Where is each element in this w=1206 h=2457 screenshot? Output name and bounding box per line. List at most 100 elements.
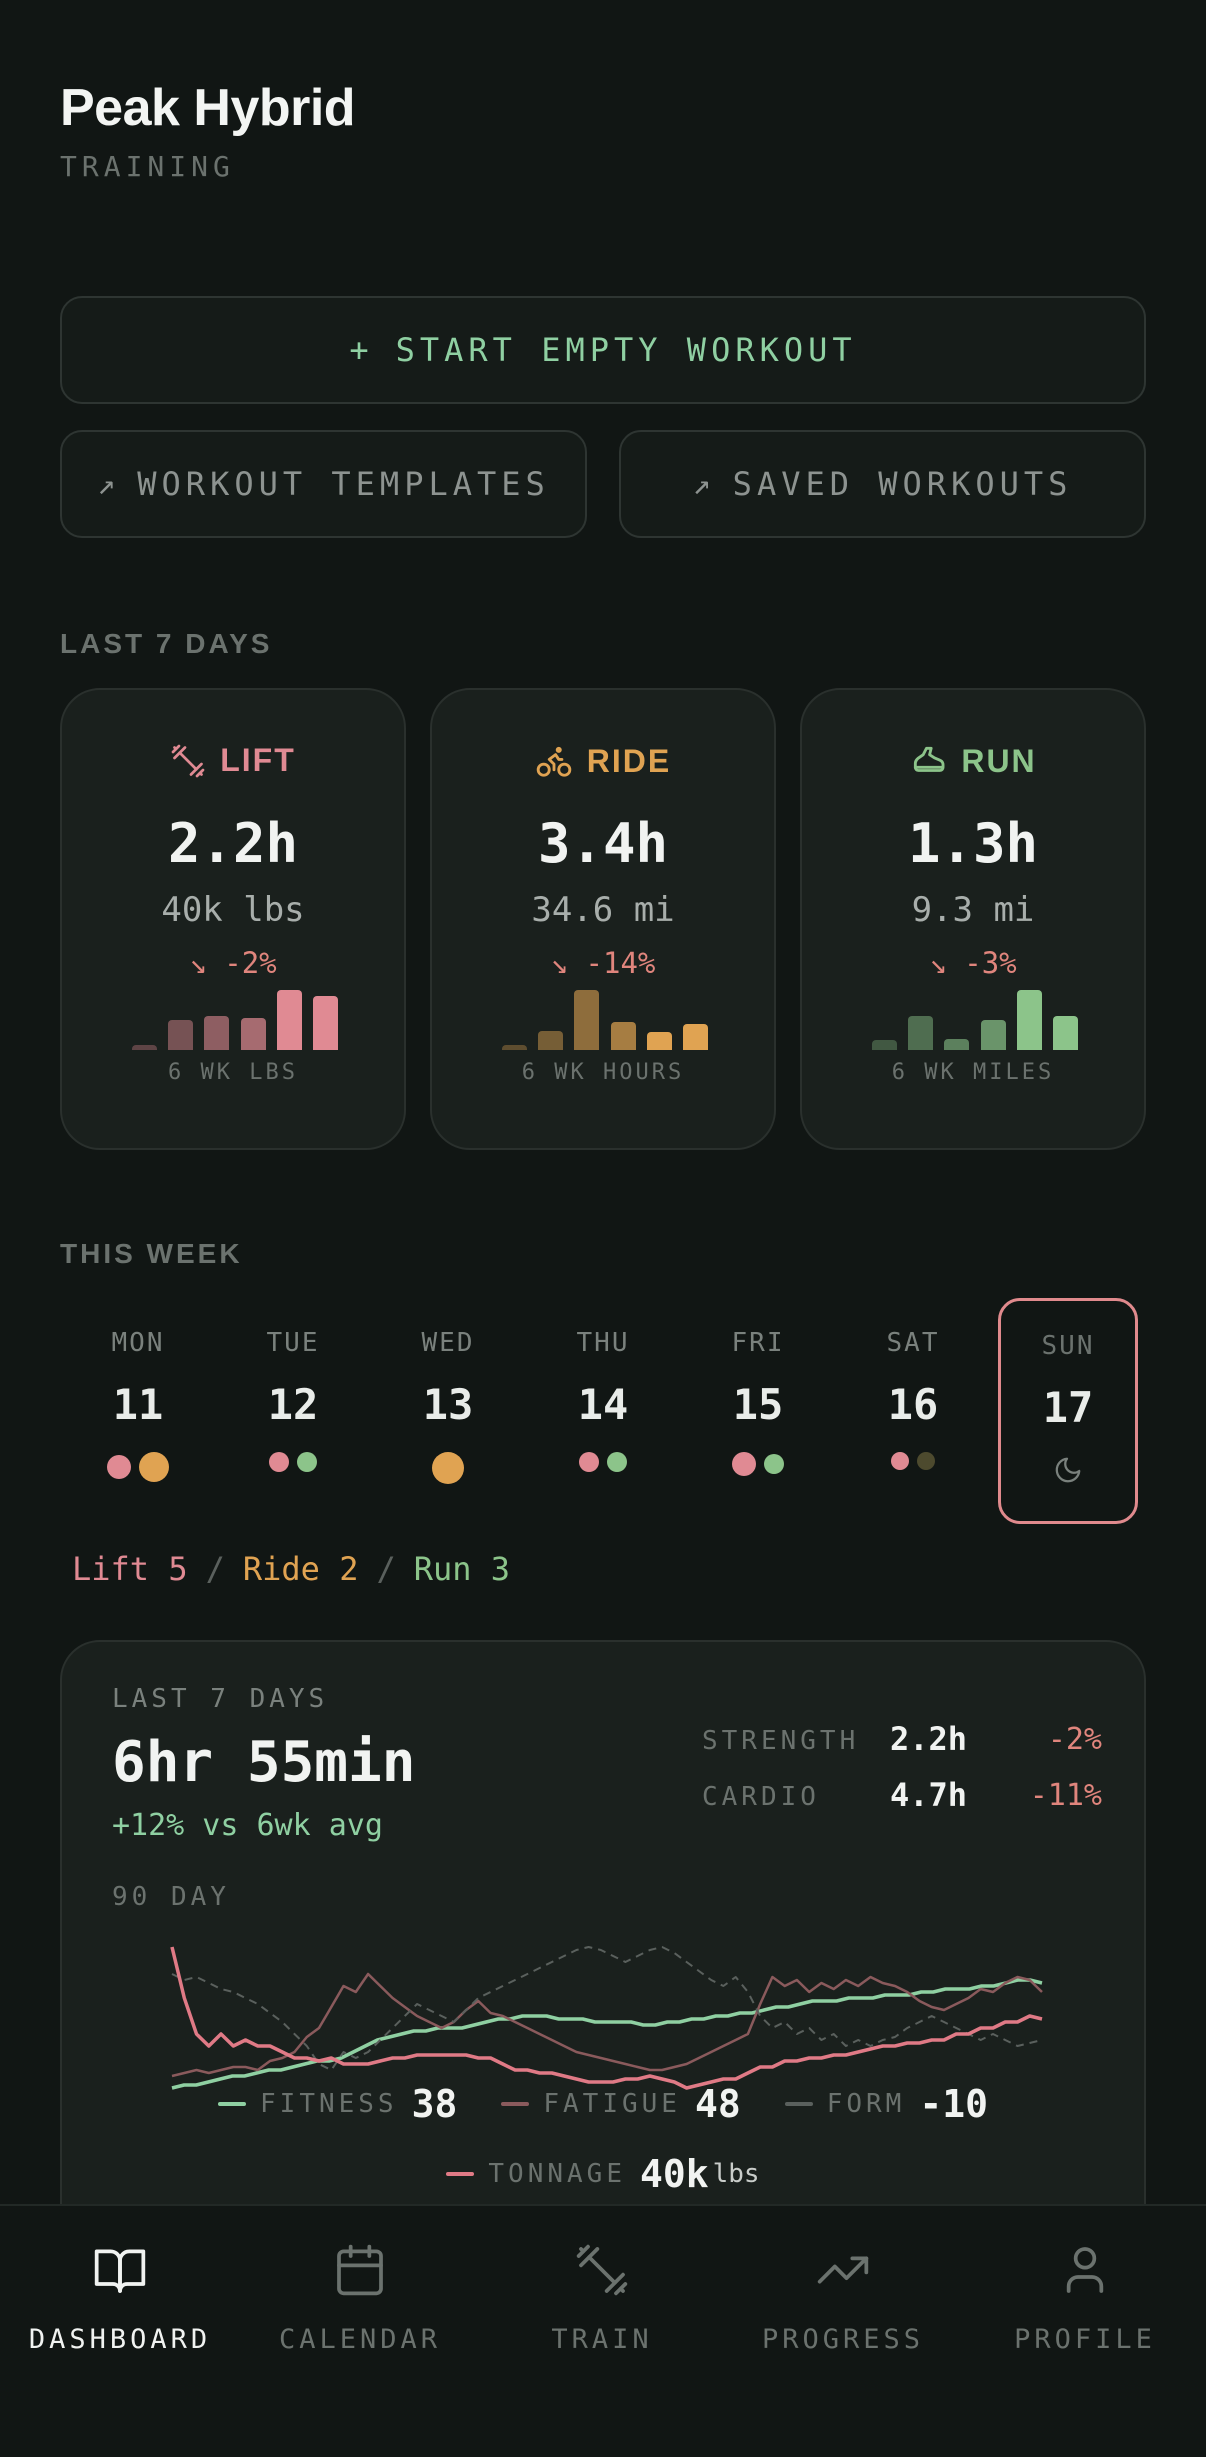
spark-bar — [276, 990, 302, 1050]
arrow-up-right-icon: ↗ — [692, 466, 711, 502]
saved-workouts-label: SAVED WORKOUTS — [732, 465, 1073, 503]
run-footer: 6 WK MILES — [891, 1060, 1055, 1085]
strength-delta: -2% — [1047, 1722, 1102, 1757]
this-week-heading: THIS WEEK — [60, 1238, 243, 1269]
day-number: 16 — [887, 1380, 939, 1429]
dumbbell-icon — [576, 2244, 628, 2296]
day-thu[interactable]: THU 14 — [533, 1298, 673, 1524]
start-empty-workout-button[interactable]: + START EMPTY WORKOUT — [60, 296, 1146, 404]
day-wed[interactable]: WED 13 — [378, 1298, 518, 1524]
legend-fitness: FITNESS 38 — [218, 2082, 457, 2126]
cardio-value: 4.7h — [890, 1776, 968, 1814]
spark-bar — [908, 1016, 934, 1050]
nav-item-calendar[interactable]: CALENDAR — [240, 2242, 480, 2355]
day-name: WED — [421, 1328, 475, 1358]
day-sat[interactable]: SAT 16 — [843, 1298, 983, 1524]
legend-tonnage-unit: lbs — [712, 2159, 760, 2189]
start-workout-label: START EMPTY WORKOUT — [395, 331, 857, 369]
trending-up-icon — [817, 2256, 869, 2284]
day-number: 12 — [267, 1380, 319, 1429]
week-summary: Lift 5 / Ride 2 / Run 3 — [72, 1550, 510, 1588]
load-total-time: 6hr 55min — [112, 1730, 416, 1795]
activity-dot — [917, 1452, 935, 1470]
day-number: 15 — [732, 1380, 784, 1429]
lift-sparkbars — [132, 990, 338, 1050]
summary-run: Run 3 — [413, 1550, 511, 1588]
activity-dots — [843, 1452, 983, 1470]
summary-lift: Lift 5 — [72, 1550, 188, 1588]
activity-dots — [1001, 1455, 1135, 1485]
nav-item-train[interactable]: TRAIN — [482, 2242, 722, 2355]
ride-delta-value: -14% — [585, 946, 656, 980]
activity-dots — [68, 1452, 208, 1482]
activity-dots — [688, 1452, 828, 1476]
spark-bar — [574, 990, 600, 1050]
legend-swatch — [501, 2102, 530, 2106]
ride-card[interactable]: RIDE 3.4h 34.6 mi ↘ -14% 6 WK HOURS — [430, 688, 776, 1150]
load-vs-average: +12% vs 6wk avg — [112, 1808, 383, 1843]
legend-swatch — [784, 2102, 813, 2106]
day-tue[interactable]: TUE 12 — [223, 1298, 363, 1524]
legend-tonnage-value: 40k — [639, 2152, 709, 2196]
cardio-label: CARDIO — [702, 1782, 820, 1812]
spark-bar — [980, 1020, 1006, 1050]
spark-bar — [204, 1016, 230, 1050]
day-name: FRI — [731, 1328, 785, 1358]
lift-delta-value: -2% — [224, 946, 277, 980]
run-delta-value: -3% — [964, 946, 1017, 980]
legend-form-value: -10 — [919, 2082, 988, 2126]
day-name: MON — [111, 1328, 165, 1358]
activity-dot — [297, 1452, 317, 1472]
activity-dot — [269, 1452, 289, 1472]
day-number: 13 — [422, 1380, 474, 1429]
last-7-days-heading: LAST 7 DAYS — [60, 628, 273, 659]
spark-bar — [646, 1032, 672, 1050]
shoe-icon — [914, 746, 945, 772]
nav-item-progress[interactable]: PROGRESS — [723, 2242, 963, 2355]
day-fri[interactable]: FRI 15 — [688, 1298, 828, 1524]
plus-icon: + — [349, 331, 374, 369]
nav-item-dashboard[interactable]: DASHBOARD — [0, 2242, 240, 2355]
chart-period-label: 90 DAY — [112, 1882, 230, 1912]
saved-workouts-button[interactable]: ↗ SAVED WORKOUTS — [619, 430, 1146, 538]
run-delta: ↘ -3% — [802, 946, 1144, 980]
spark-bar — [168, 1020, 194, 1050]
lift-footer: 6 WK LBS — [168, 1060, 298, 1085]
legend-tonnage: TONNAGE 40k lbs — [446, 2152, 760, 2196]
lift-hours: 2.2h — [167, 812, 299, 875]
chart-legend-row-2: TONNAGE 40k lbs — [62, 2152, 1144, 2196]
day-name: THU — [576, 1328, 630, 1358]
trend-down-icon: ↘ — [929, 946, 947, 980]
trend-down-icon: ↘ — [189, 946, 207, 980]
summary-ride: Ride 2 — [242, 1550, 359, 1588]
day-sun[interactable]: SUN 17 — [998, 1298, 1138, 1524]
day-name: SUN — [1041, 1331, 1095, 1361]
activity-dot — [579, 1452, 599, 1472]
day-mon[interactable]: MON 11 — [68, 1298, 208, 1524]
run-card[interactable]: RUN 1.3h 9.3 mi ↘ -3% 6 WK MILES — [800, 688, 1146, 1150]
spark-bar — [312, 996, 338, 1050]
activity-dot — [107, 1455, 131, 1479]
spark-bar — [682, 1024, 708, 1050]
activity-dot — [607, 1452, 627, 1472]
run-card-title: RUN — [961, 742, 1037, 779]
summary-separator: / — [376, 1550, 396, 1588]
legend-fatigue-label: FATIGUE — [543, 2089, 681, 2119]
app-subtitle: TRAINING — [60, 150, 235, 183]
week-strip: MON 11 TUE 12 WED 13 THU 14 FRI 15 SAT 16 SUN 17 — [60, 1298, 1146, 1524]
run-distance: 9.3 mi — [911, 890, 1035, 930]
run-sparkbars — [872, 990, 1078, 1050]
nav-item-profile[interactable]: PROFILE — [965, 2242, 1205, 2355]
lift-volume: 40k lbs — [161, 890, 305, 930]
load-period-label: LAST 7 DAYS — [112, 1684, 329, 1714]
series-tonnage — [170, 1946, 1043, 2090]
workout-templates-button[interactable]: ↗ WORKOUT TEMPLATES — [60, 430, 587, 538]
ride-sparkbars — [502, 990, 708, 1050]
activity-dots — [533, 1452, 673, 1472]
spark-bar — [132, 1045, 157, 1050]
ride-distance: 34.6 mi — [531, 890, 675, 930]
lift-card[interactable]: LIFT 2.2h 40k lbs ↘ -2% 6 WK LBS — [60, 688, 406, 1150]
legend-swatch — [446, 2172, 475, 2176]
ride-delta: ↘ -14% — [432, 946, 774, 980]
book-icon — [94, 2249, 146, 2293]
